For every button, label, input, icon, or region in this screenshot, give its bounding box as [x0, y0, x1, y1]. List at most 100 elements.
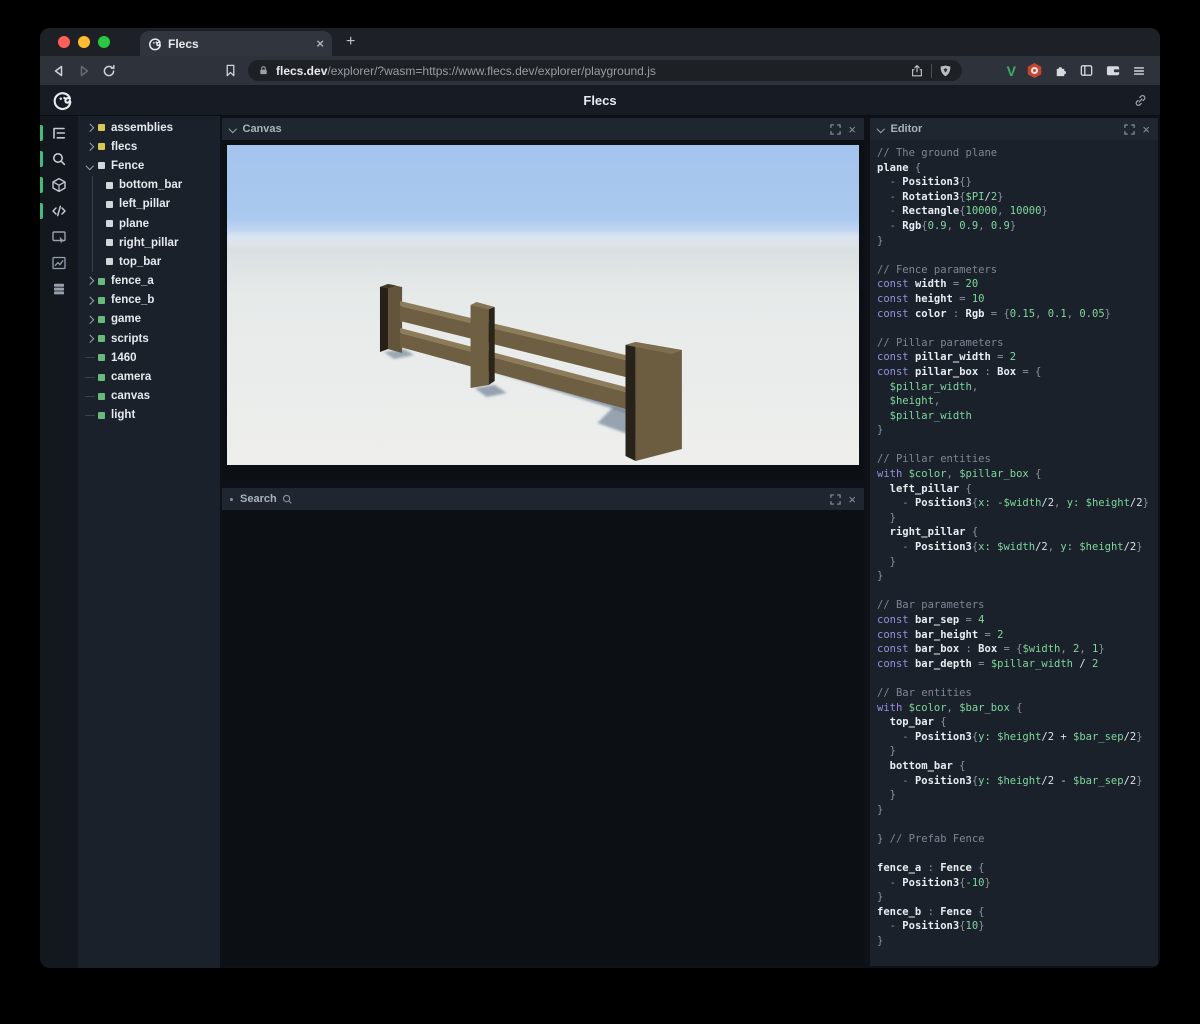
tree-item-label: fence_b — [111, 294, 155, 307]
entity-kind-dot — [98, 124, 105, 132]
editor-fullscreen-button[interactable] — [1124, 123, 1136, 135]
chevron-right-icon — [85, 123, 94, 132]
code-line: } — [877, 555, 896, 568]
search-fullscreen-button[interactable] — [830, 493, 842, 505]
canvas-panel-title: Canvas — [242, 123, 282, 135]
active-indicator — [40, 125, 43, 141]
code-line: // Pillar parameters — [877, 336, 1004, 349]
tree-item-fence_a[interactable]: fence_a — [78, 272, 220, 291]
entity-kind-dot — [106, 200, 113, 208]
canvas-panel-header[interactable]: Canvas × — [222, 118, 864, 140]
tree-guide-line — [84, 395, 95, 397]
code-line: } — [877, 234, 884, 247]
brave-shield-icon[interactable] — [939, 64, 952, 78]
entity-kind-dot — [98, 335, 105, 343]
browser-tab[interactable]: Flecs × — [140, 31, 332, 56]
share-icon[interactable] — [910, 64, 924, 78]
canvas-close-button[interactable]: × — [848, 123, 856, 136]
tree-item-scripts[interactable]: scripts — [78, 329, 220, 348]
tab-favicon-flecs-logo-icon — [148, 37, 162, 51]
new-tab-button[interactable]: + — [346, 33, 355, 56]
close-window-button[interactable] — [58, 36, 70, 48]
tree-guide-line — [84, 376, 95, 378]
activity-stats-button[interactable] — [40, 250, 78, 276]
tree-marker — [91, 213, 104, 234]
code-line: // The ground plane — [877, 147, 998, 159]
tree-item-game[interactable]: game — [78, 310, 220, 329]
activity-scene-button[interactable] — [40, 172, 78, 198]
tree-item-top_bar[interactable]: top_bar — [78, 252, 220, 272]
code-icon — [51, 203, 67, 219]
search-close-button[interactable]: × — [848, 493, 856, 506]
vue-devtools-extension-icon[interactable]: V — [1007, 63, 1016, 79]
code-line: // Bar entities — [877, 686, 972, 699]
menu-icon[interactable] — [1132, 64, 1146, 78]
tab-close-icon[interactable]: × — [316, 37, 324, 50]
canvas-panel: Canvas × — [222, 118, 864, 480]
tree-marker — [83, 291, 96, 310]
tree-item-fence_b[interactable]: fence_b — [78, 291, 220, 310]
activity-bar — [40, 116, 78, 968]
horizon — [227, 233, 859, 247]
code-area[interactable]: // The ground plane plane { - Position3{}… — [877, 146, 1158, 949]
tree-item-bottom_bar[interactable]: bottom_bar — [78, 175, 220, 195]
url-text: flecs.dev/explorer/?wasm=https://www.fle… — [276, 64, 903, 78]
wallet-icon[interactable] — [1105, 63, 1121, 78]
code-line: - Position3{y: $height/2 - $bar_sep/2} — [877, 774, 1143, 787]
extensions-puzzle-icon[interactable] — [1053, 63, 1068, 78]
sidebar-icon[interactable] — [1079, 63, 1094, 78]
tree-item-flecs[interactable]: flecs — [78, 137, 220, 156]
canvas-3d-viewport[interactable] — [222, 140, 864, 480]
canvas-fullscreen-button[interactable] — [830, 123, 842, 135]
activity-code-button[interactable] — [40, 198, 78, 224]
bookmark-icon[interactable] — [221, 62, 239, 80]
zoom-window-button[interactable] — [98, 36, 110, 48]
code-line: fence_a : Fence { — [877, 862, 985, 875]
flecs-logo-icon — [52, 90, 73, 111]
minimize-window-button[interactable] — [78, 36, 90, 48]
code-line: bottom_bar { — [877, 759, 966, 772]
address-bar[interactable]: flecs.dev/explorer/?wasm=https://www.fle… — [248, 60, 962, 81]
code-line: - Position3{y: $height/2 + $bar_sep/2} — [877, 730, 1143, 743]
search-panel-header[interactable]: Search × — [222, 488, 864, 510]
search-results-area[interactable] — [222, 510, 864, 966]
tree-item-1460[interactable]: 1460 — [78, 348, 220, 367]
activity-search-button[interactable] — [40, 146, 78, 172]
tree-item-camera[interactable]: camera — [78, 367, 220, 386]
tree-item-plane[interactable]: plane — [78, 213, 220, 234]
forward-button[interactable] — [75, 62, 93, 80]
tree-item-light[interactable]: light — [78, 406, 220, 425]
window-controls — [40, 28, 110, 56]
tree-item-label: light — [111, 409, 136, 422]
tree-guide-line — [92, 175, 93, 195]
tree-item-canvas[interactable]: canvas — [78, 387, 220, 406]
activity-screen-capture-button[interactable] — [40, 224, 78, 250]
tree-marker — [83, 406, 96, 425]
main-area: Canvas × Search × Editor × // The ground… — [220, 116, 1160, 968]
browser-toolbar: flecs.dev/explorer/?wasm=https://www.fle… — [40, 56, 1160, 85]
code-line: const bar_box : Box = {$width, 2, 1} — [877, 643, 1105, 656]
editor-close-button[interactable]: × — [1142, 123, 1150, 136]
share-link-icon[interactable] — [1133, 93, 1148, 108]
editor-panel-header[interactable]: Editor × — [870, 118, 1158, 140]
entity-kind-dot — [98, 162, 105, 170]
tree-item-assemblies[interactable]: assemblies — [78, 118, 220, 137]
tree-item-Fence[interactable]: Fence — [78, 156, 220, 175]
editor-panel-title: Editor — [890, 123, 923, 135]
activity-tables-button[interactable] — [40, 276, 78, 302]
code-line: const height = 10 — [877, 292, 985, 305]
chevron-right-icon — [85, 277, 94, 285]
tree-marker — [83, 329, 96, 348]
red-extension-icon[interactable] — [1027, 63, 1042, 78]
reload-button[interactable] — [100, 62, 118, 80]
entity-kind-dot — [106, 220, 113, 228]
activity-entity-tree-button[interactable] — [40, 120, 78, 146]
code-line: - Position3{-10} — [877, 876, 991, 889]
middle-pillar — [470, 302, 495, 388]
tree-item-right_pillar[interactable]: right_pillar — [78, 233, 220, 253]
tree-guide-line — [92, 252, 93, 272]
tree-item-left_pillar[interactable]: left_pillar — [78, 194, 220, 214]
url-path: /explorer/?wasm=https://www.flecs.dev/ex… — [327, 63, 656, 78]
back-button[interactable] — [50, 62, 68, 80]
